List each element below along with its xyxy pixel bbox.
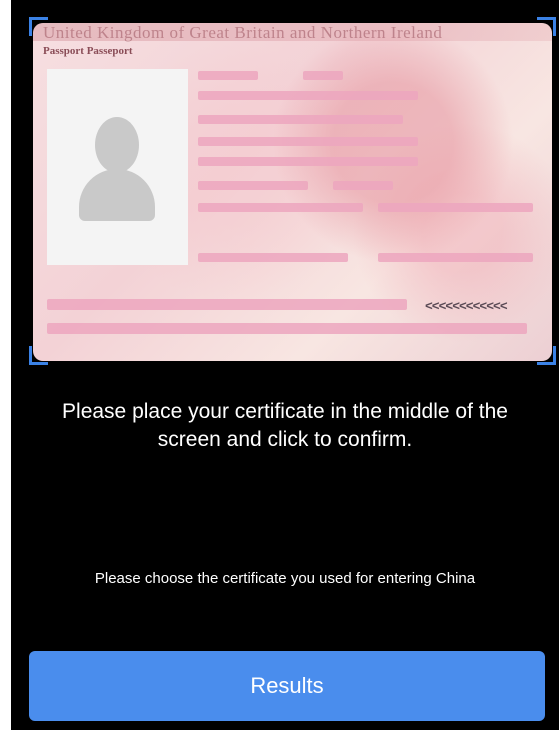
frame-corner-bottom-right [537, 346, 556, 365]
person-silhouette-icon [95, 117, 139, 173]
redacted-field [198, 137, 418, 146]
redacted-field [198, 253, 348, 262]
redacted-field [198, 115, 403, 124]
camera-viewfinder[interactable]: United Kingdom of Great Britain and Nort… [29, 17, 556, 365]
redacted-field [47, 299, 407, 310]
passport-preview: United Kingdom of Great Britain and Nort… [33, 23, 552, 361]
redacted-field [198, 203, 363, 212]
redacted-field [333, 181, 393, 190]
passport-type-label: Passport Passeport [43, 45, 133, 57]
redacted-field [378, 203, 533, 212]
redacted-field [198, 181, 308, 190]
scanner-screen: United Kingdom of Great Britain and Nort… [11, 0, 559, 730]
passport-photo [47, 69, 188, 265]
redacted-field [47, 323, 527, 334]
redacted-field [198, 91, 418, 100]
passport-header: United Kingdom of Great Britain and Nort… [43, 23, 443, 42]
scan-instruction: Please place your certificate in the mid… [62, 400, 508, 451]
redacted-field [198, 157, 418, 166]
redacted-field [378, 253, 533, 262]
certificate-choice-prompt: Please choose the certificate you used f… [94, 570, 476, 587]
frame-corner-top-right [537, 17, 556, 36]
frame-corner-bottom-left [29, 346, 48, 365]
person-silhouette-body [79, 169, 155, 221]
redacted-field [303, 71, 343, 80]
redacted-field [198, 71, 258, 80]
results-button[interactable]: Results [29, 651, 545, 721]
frame-corner-top-left [29, 17, 48, 36]
mrz-line: <<<<<<<<<<<< [425, 299, 508, 314]
